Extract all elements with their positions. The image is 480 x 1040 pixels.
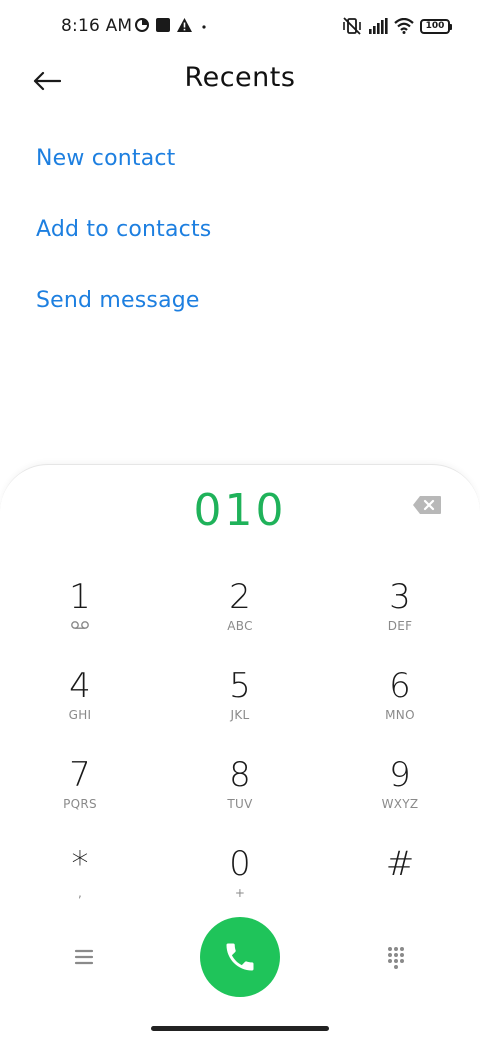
page-title: Recents — [184, 62, 296, 93]
dialer-actions — [0, 917, 480, 997]
status-bar: 8:16 AM 100 — [0, 0, 480, 54]
key-7[interactable]: 7 PQRS — [20, 755, 140, 835]
send-message-link[interactable]: Send message — [36, 285, 211, 356]
key-digit: 7 — [69, 755, 91, 795]
key-letters — [340, 886, 460, 902]
dialed-number: 010 — [193, 485, 287, 536]
key-letters: MNO — [385, 708, 415, 722]
call-button[interactable] — [200, 917, 280, 997]
dialpad-icon — [388, 947, 404, 969]
key-digit: 0 — [229, 844, 251, 884]
new-contact-link[interactable]: New contact — [36, 143, 211, 214]
dialer-sheet: 010 1 2 ABC 3 DEF 4 GHI 5 JKL 6 MNO 7 PQ… — [0, 464, 480, 1040]
key-digit: 4 — [69, 666, 91, 706]
status-right-icons: 100 — [342, 17, 452, 35]
key-digit: 6 — [389, 666, 411, 706]
signal-icon — [369, 18, 388, 34]
key-0[interactable]: 0 + — [180, 844, 300, 924]
key-digit: 8 — [229, 755, 251, 795]
home-indicator[interactable] — [151, 1026, 329, 1031]
key-6[interactable]: 6 MNO — [340, 666, 460, 746]
key-digit: 5 — [229, 666, 251, 706]
key-digit: # — [385, 844, 415, 884]
key-3[interactable]: 3 DEF — [340, 577, 460, 657]
voicemail-icon — [20, 619, 140, 635]
key-letters: PQRS — [63, 797, 97, 811]
key-letters: , — [77, 886, 83, 900]
data-saver-icon — [135, 18, 149, 32]
key-digit: * — [71, 844, 89, 884]
battery-icon: 100 — [420, 18, 452, 34]
key-4[interactable]: 4 GHI — [20, 666, 140, 746]
backspace-button[interactable] — [412, 495, 442, 515]
key-1[interactable]: 1 — [20, 577, 140, 657]
key-digit: 2 — [229, 577, 251, 617]
key-9[interactable]: 9 WXYZ — [340, 755, 460, 835]
backspace-icon — [413, 496, 441, 514]
key-letters: DEF — [387, 619, 413, 633]
key-2[interactable]: 2 ABC — [180, 577, 300, 657]
key-8[interactable]: 8 TUV — [180, 755, 300, 835]
key-digit: 1 — [69, 577, 91, 617]
square-notification-icon — [156, 18, 170, 32]
key-letters: JKL — [230, 708, 250, 722]
recent-actions: New contact Add to contacts Send message — [36, 143, 211, 356]
wifi-icon — [394, 18, 414, 34]
status-time: 8:16 AM — [61, 16, 133, 36]
key-hash[interactable]: # — [340, 844, 460, 924]
key-letters: TUV — [227, 797, 253, 811]
key-digit: 3 — [389, 577, 411, 617]
key-star[interactable]: * , — [20, 844, 140, 924]
dot-icon — [202, 25, 206, 29]
keypad-toggle-button[interactable] — [384, 945, 408, 969]
key-letters: WXYZ — [381, 797, 419, 811]
key-digit: 9 — [389, 755, 411, 795]
add-to-contacts-link[interactable]: Add to contacts — [36, 214, 211, 285]
vibrate-off-icon — [343, 17, 361, 35]
alert-icon — [177, 18, 192, 32]
phone-icon — [226, 943, 254, 971]
key-letters: + — [234, 886, 246, 900]
menu-button[interactable] — [72, 945, 96, 969]
key-letters: ABC — [227, 619, 253, 633]
key-5[interactable]: 5 JKL — [180, 666, 300, 746]
battery-level: 100 — [425, 20, 445, 31]
key-letters: GHI — [68, 708, 92, 722]
status-left-icons — [135, 18, 209, 32]
menu-icon — [74, 949, 94, 965]
